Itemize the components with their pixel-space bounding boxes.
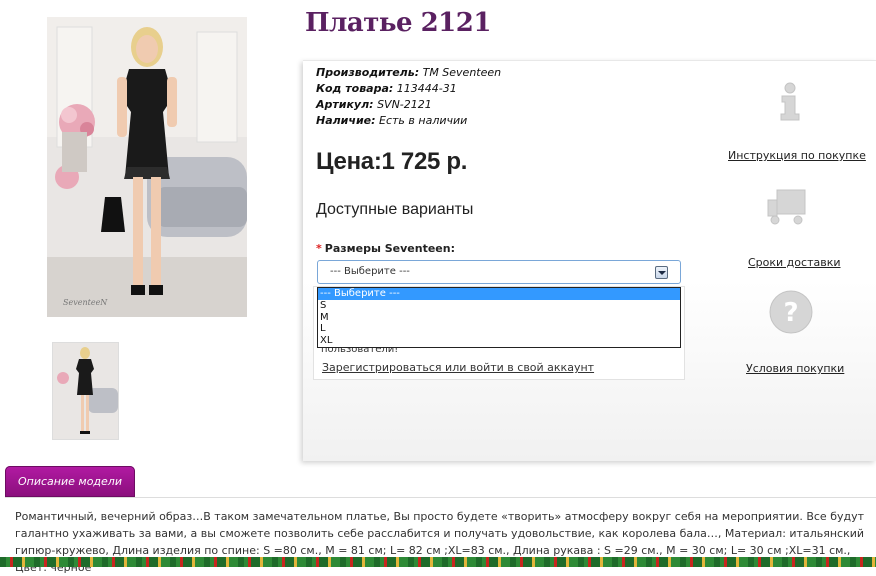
sidebar-item-delivery-terms[interactable]: Сроки доставки (748, 256, 841, 269)
size-select-value: --- Выберите --- (330, 266, 410, 277)
product-code-label: Код товара: (316, 82, 394, 95)
size-option[interactable]: L (318, 323, 680, 335)
product-code-value: 113444-31 (396, 82, 457, 95)
dress-thumbnail-image (53, 343, 118, 439)
size-label: * Размеры Seventeen: (316, 242, 455, 255)
manufacturer-row: Производитель: TM Seventeen (316, 66, 501, 79)
sidebar-item-purchase-terms[interactable]: Условия покупки (746, 362, 844, 375)
size-select[interactable]: --- Выберите --- (317, 260, 681, 284)
article-label: Артикул: (316, 98, 374, 111)
product-thumbnail[interactable] (52, 342, 119, 440)
dropdown-arrow-icon[interactable] (655, 266, 668, 279)
size-option[interactable]: XL (318, 335, 680, 347)
size-option[interactable]: --- Выберите --- (318, 288, 680, 300)
photo-watermark: SeventeeN (63, 298, 108, 307)
tab-label: Описание модели (18, 475, 122, 488)
tab-divider (5, 497, 876, 498)
question-icon[interactable]: ? (766, 288, 816, 338)
availability-value: Есть в наличии (379, 114, 468, 127)
product-title: Платье 2121 (305, 8, 491, 38)
article-value: SVN-2121 (377, 98, 432, 111)
truck-icon[interactable] (765, 182, 815, 232)
availability-row: Наличие: Есть в наличии (316, 114, 467, 127)
size-label-text: Размеры Seventeen: (324, 242, 455, 255)
manufacturer-value[interactable]: TM Seventeen (423, 66, 502, 79)
info-icon[interactable] (765, 76, 815, 126)
tab-model-description[interactable]: Описание модели (5, 466, 135, 497)
size-dropdown-list: --- Выберите --- S M L XL (317, 287, 681, 348)
required-asterisk: * (316, 242, 322, 255)
dress-photo-image: SeventeeN (47, 17, 247, 317)
christmas-garland-decoration (0, 557, 876, 567)
availability-label: Наличие: (316, 114, 376, 127)
size-option[interactable]: M (318, 312, 680, 324)
manufacturer-label: Производитель: (316, 66, 420, 79)
register-login-link[interactable]: Зарегистрироваться или войти в свой акка… (322, 361, 594, 374)
product-code-row: Код товара: 113444-31 (316, 82, 457, 95)
product-main-photo[interactable]: SeventeeN (47, 17, 247, 317)
product-price: Цена:1 725 р. (316, 148, 468, 175)
size-option[interactable]: S (318, 300, 680, 312)
variants-heading: Доступные варианты (316, 201, 474, 218)
svg-text:?: ? (783, 298, 798, 328)
article-row: Артикул: SVN-2121 (316, 98, 432, 111)
sidebar-item-purchase-instructions[interactable]: Инструкция по покупке (728, 149, 866, 162)
